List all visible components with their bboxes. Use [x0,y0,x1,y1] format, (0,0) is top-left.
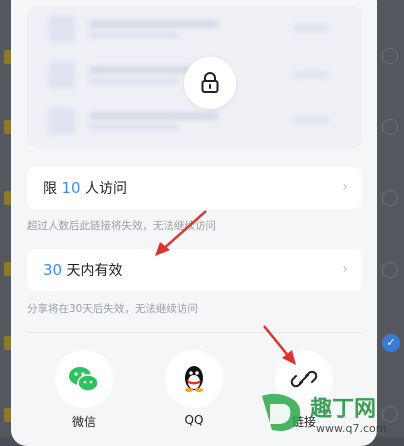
lock-icon [184,57,236,109]
divider [27,332,362,333]
annotation-arrow [155,210,207,256]
watermark-url: www.q7.com [316,422,386,435]
visitor-limit-suffix: 人访问 [85,181,127,197]
validity-suffix: 天内有效 [66,263,123,279]
share-wechat-label: 微信 [71,415,96,429]
visitor-limit-text: 限 10 人访问 [43,178,127,198]
validity-days: 30 [43,261,63,279]
shared-files-preview [27,6,362,148]
visitor-limit-count: 10 [61,179,81,197]
background-checked-icon: ✓ [382,334,400,352]
background-select-circle [382,190,398,206]
chevron-right-icon: › [342,179,348,195]
validity-text: 30 天内有效 [43,260,123,280]
background-select-circle [382,119,398,135]
wechat-icon [55,350,113,408]
annotation-arrow [263,325,296,365]
share-wechat-button[interactable]: 微信 [54,350,114,430]
qq-icon [165,350,223,408]
blurred-file-row [49,108,329,136]
validity-hint: 分享将在30天后失效，无法继续访问 [27,303,198,315]
background-select-circle [382,48,398,64]
watermark-text: 趣丁网 [309,396,376,422]
watermark-logo: 趣丁网 www.q7.com [258,386,404,437]
blurred-file-row [49,16,329,44]
visitor-limit-prefix: 限 [43,181,57,197]
visitor-limit-option[interactable]: 限 10 人访问 › [27,167,362,209]
share-qq-label: QQ [184,413,204,427]
chevron-right-icon: › [342,261,348,277]
background-list-right: ✓ [376,0,404,437]
share-qq-button[interactable]: QQ [164,350,224,430]
background-select-circle [382,262,398,278]
